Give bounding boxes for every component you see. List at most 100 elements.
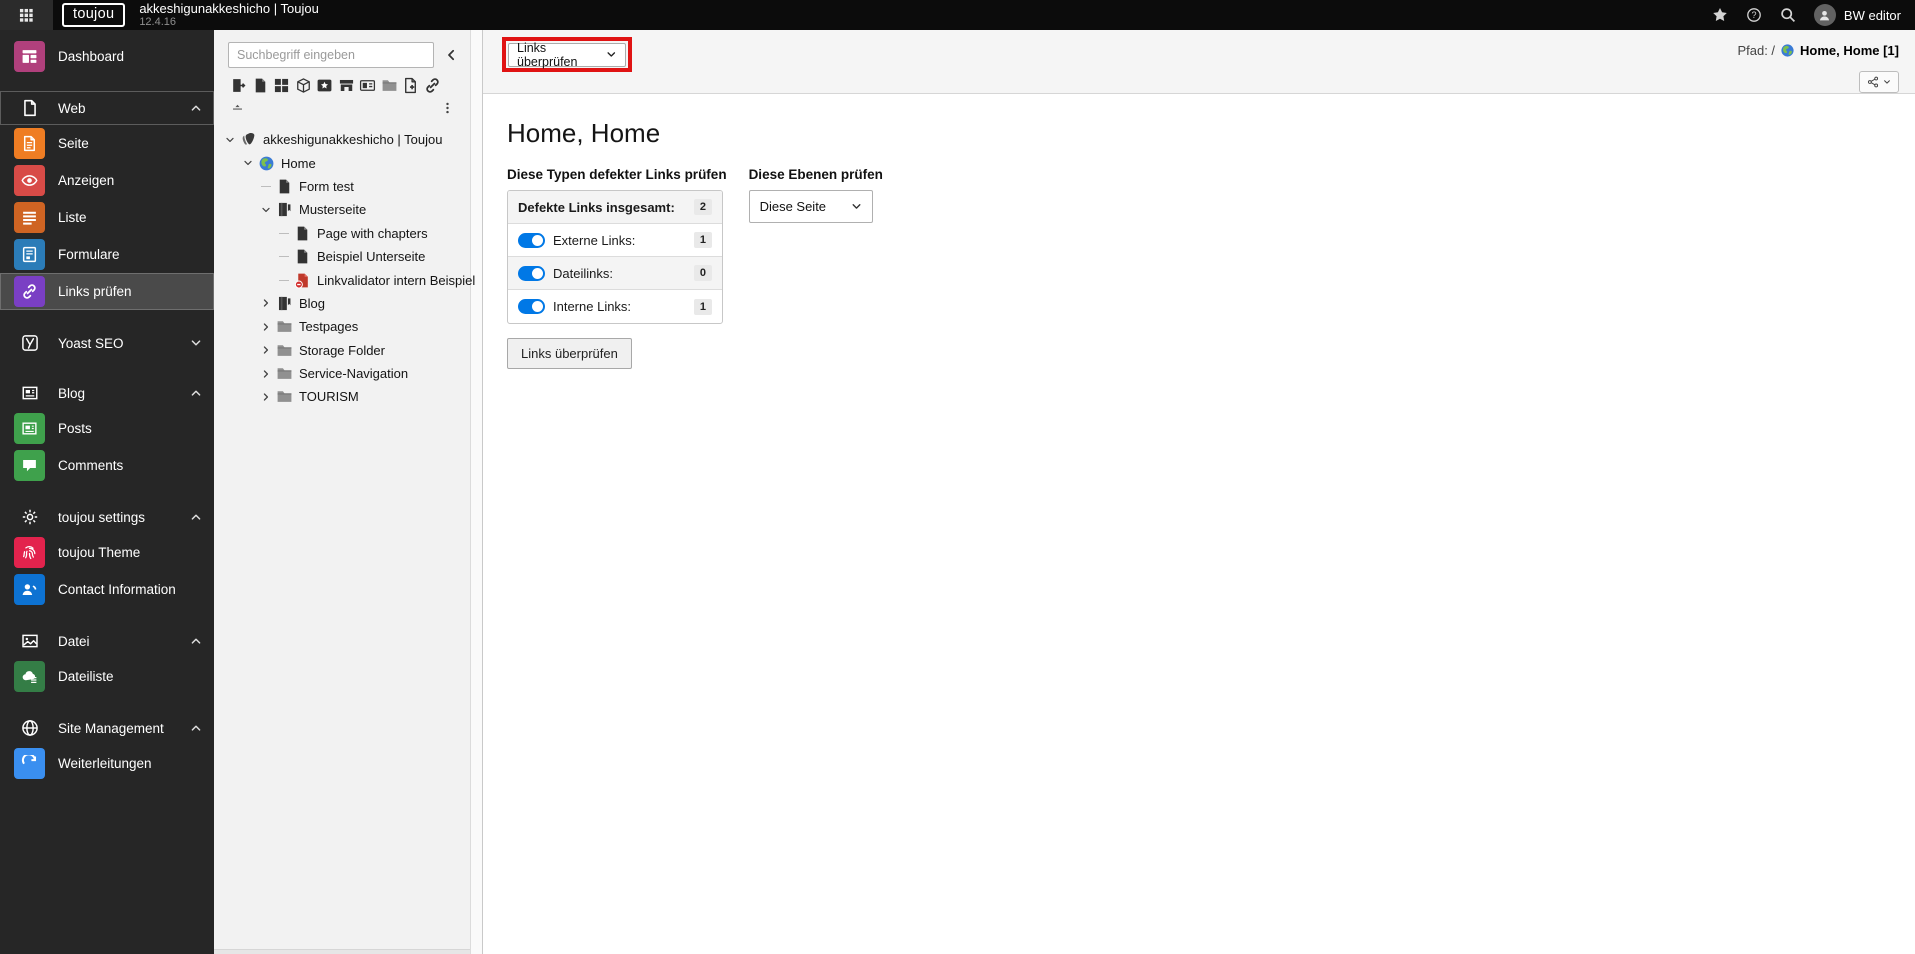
chevron-right-icon[interactable]	[258, 319, 274, 335]
search-button[interactable]	[1780, 7, 1796, 23]
chevron-down-icon[interactable]	[258, 202, 274, 218]
help-button[interactable]: ?	[1746, 7, 1762, 23]
toggle-switch[interactable]	[518, 299, 545, 314]
link-type-row-interne-links: Interne Links: 1	[508, 290, 722, 323]
module-tile	[14, 537, 45, 568]
svg-text:?: ?	[1751, 10, 1756, 20]
tree-node-storage-folder[interactable]: Storage Folder	[214, 339, 470, 362]
chevron-down-icon[interactable]	[222, 132, 238, 148]
tree-node-tourism[interactable]: TOURISM	[214, 385, 470, 408]
tree-search-input[interactable]	[228, 42, 434, 68]
toggle-switch[interactable]	[518, 265, 545, 281]
sidebar-item-anzeigen[interactable]: Anzeigen	[0, 162, 214, 199]
bookmark-button[interactable]	[1712, 7, 1728, 23]
chevron-right-icon[interactable]	[258, 342, 274, 358]
tree-bottom-bar	[214, 949, 470, 954]
link-type-row-defekte-links-insgesamt: Defekte Links insgesamt: 2	[508, 191, 722, 224]
tree-node-akkeshigunakkeshicho-toujou[interactable]: akkeshigunakkeshicho | Toujou	[214, 128, 470, 151]
avatar	[1813, 4, 1836, 26]
sidebar-item-posts[interactable]: Posts	[0, 410, 214, 447]
eye-icon	[21, 172, 38, 189]
page-error-icon	[294, 272, 311, 289]
folder-icon	[276, 342, 293, 359]
link-icon[interactable]	[424, 77, 441, 94]
shortcut-page-icon[interactable]	[230, 77, 247, 94]
linkvalidator-content: Home, Home Diese Typen defekter Links pr…	[483, 94, 1915, 393]
grid-icon[interactable]	[273, 77, 290, 94]
redirect-icon	[21, 755, 38, 772]
module-tile	[14, 128, 45, 159]
tree-node-blog[interactable]: Blog	[214, 292, 470, 315]
card-icon[interactable]	[359, 77, 376, 94]
tree-node-musterseite[interactable]: Musterseite	[214, 198, 470, 221]
sidebar-section-datei[interactable]: Datei	[0, 624, 214, 658]
tree-node-beispiel-unterseite[interactable]: Beispiel Unterseite	[214, 245, 470, 268]
sidebar-item-toujou-theme[interactable]: toujou Theme	[0, 534, 214, 571]
level-select[interactable]: Diese Seite	[748, 190, 873, 223]
module-menu-toggle-button[interactable]	[0, 0, 53, 30]
share-button[interactable]	[1859, 71, 1899, 93]
collapse-tree-button[interactable]	[442, 46, 460, 64]
tree-node-page-with-chapters[interactable]: Page with chapters	[214, 222, 470, 245]
tree-node-linkvalidator-intern-beispiel[interactable]: Linkvalidator intern Beispiel	[214, 268, 475, 291]
toujou-logo[interactable]: toujou	[62, 3, 126, 27]
tree-more-button[interactable]	[441, 100, 454, 116]
sidebar-item-liste[interactable]: Liste	[0, 199, 214, 236]
chevron-down-icon[interactable]	[240, 155, 256, 171]
site-version: 12.4.16	[139, 15, 177, 28]
chevron-up-icon	[190, 387, 202, 399]
chevron-down-icon	[190, 337, 202, 349]
sidebar-item-weiterleitungen[interactable]: Weiterleitungen	[0, 745, 214, 782]
contact-icon	[21, 581, 38, 598]
sidebar-item-dashboard[interactable]: Dashboard	[0, 38, 214, 75]
module-menu: Dashboard Web Seite Anzeigen Liste Formu…	[0, 30, 214, 954]
module-tile	[14, 450, 45, 481]
sidebar-item-formulare[interactable]: Formulare	[0, 236, 214, 273]
toggle-switch[interactable]	[518, 232, 545, 248]
sidebar-item-contact-information[interactable]: Contact Information	[0, 571, 214, 608]
link-types-section: Diese Typen defekter Links prüfen Defekt…	[507, 167, 727, 369]
folder-icon[interactable]	[381, 77, 398, 94]
page-plus-icon[interactable]	[402, 77, 419, 94]
split-handle-icon[interactable]	[230, 103, 245, 114]
post-icon	[21, 420, 38, 437]
sidebar-section-yoast-seo[interactable]: Yoast SEO	[0, 326, 214, 360]
user-menu[interactable]: BW editor	[1813, 4, 1901, 26]
module-tile	[14, 276, 45, 307]
function-dropdown-value: Links überprüfen	[517, 40, 578, 69]
page-dark-icon	[294, 225, 311, 242]
form-icon	[21, 246, 38, 263]
link-type-row-dateilinks: Dateilinks: 0	[508, 257, 722, 290]
function-dropdown[interactable]: Links überprüfen	[508, 40, 626, 69]
sidebar-section-web[interactable]: Web	[0, 91, 214, 125]
tree-connector-line	[276, 272, 292, 288]
chevron-up-icon	[190, 511, 202, 523]
sidebar-section-blog[interactable]: Blog	[0, 376, 214, 410]
search-icon	[1780, 7, 1796, 23]
tree-node-testpages[interactable]: Testpages	[214, 315, 470, 338]
chevron-right-icon[interactable]	[258, 295, 274, 311]
tree-node-service-navigation[interactable]: Service-Navigation	[214, 362, 470, 385]
module-tile	[14, 165, 45, 196]
tree-resize-handle[interactable]	[470, 30, 483, 954]
sidebar-section-site-management[interactable]: Site Management	[0, 711, 214, 745]
cube-icon[interactable]	[295, 77, 312, 94]
tree-node-form-test[interactable]: Form test	[214, 175, 470, 198]
chevron-right-icon[interactable]	[258, 366, 274, 382]
globe-color-icon	[258, 155, 275, 172]
help-icon: ?	[1746, 7, 1762, 23]
gear-icon	[21, 508, 39, 526]
sidebar-item-comments[interactable]: Comments	[0, 447, 214, 484]
sidebar-item-seite[interactable]: Seite	[0, 125, 214, 162]
storefront-icon[interactable]	[338, 77, 355, 94]
page-outline-icon	[21, 99, 39, 117]
sidebar-item-dateiliste[interactable]: Dateiliste	[0, 658, 214, 695]
check-links-button[interactable]: Links überprüfen	[507, 338, 632, 369]
star-box-icon[interactable]	[316, 77, 333, 94]
sidebar-section-toujou-settings[interactable]: toujou settings	[0, 500, 214, 534]
page-dark-icon[interactable]	[252, 77, 269, 94]
sidebar-item-links-pr-fen[interactable]: Links prüfen	[0, 273, 214, 310]
topbar-actions: ? BW editor	[1712, 4, 1915, 26]
tree-node-home[interactable]: Home	[214, 151, 470, 174]
chevron-right-icon[interactable]	[258, 389, 274, 405]
